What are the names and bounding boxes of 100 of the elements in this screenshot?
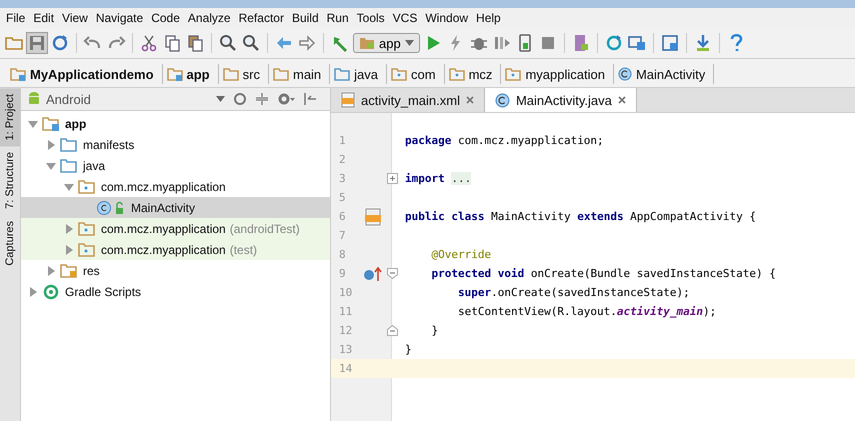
package-icon: [505, 68, 522, 80]
tree-item[interactable]: res: [21, 260, 330, 281]
folder-icon: [222, 68, 239, 80]
menu-item[interactable]: Window: [421, 11, 472, 25]
menu-item[interactable]: Edit: [29, 11, 58, 25]
window-icon[interactable]: [660, 33, 680, 53]
line-number: 6: [338, 209, 347, 225]
run-config-dropdown[interactable]: app: [353, 33, 420, 53]
package-icon: [78, 222, 96, 236]
tree-item[interactable]: com.mcz.myapplication: [21, 176, 330, 197]
breadcrumb-item[interactable]: MainActivity: [614, 64, 714, 84]
line-number: 3: [338, 171, 347, 187]
menu-item[interactable]: Build: [288, 11, 323, 25]
line-number: 12: [338, 323, 354, 339]
breadcrumb-item[interactable]: com: [387, 64, 445, 84]
code-line: super.onCreate(savedInstanceState);: [456, 286, 690, 299]
menu-item[interactable]: View: [58, 11, 92, 25]
breadcrumb-item[interactable]: java: [330, 64, 388, 84]
breadcrumb-item[interactable]: MyApplicationdemo: [6, 64, 163, 84]
settings-icon[interactable]: [277, 92, 295, 106]
package-icon: [78, 180, 96, 194]
menu-item[interactable]: VCS: [388, 11, 422, 25]
code-editor[interactable]: [331, 113, 855, 421]
menu-item[interactable]: Analyze: [184, 11, 235, 25]
hide-icon[interactable]: [303, 92, 317, 106]
close-icon[interactable]: [618, 96, 626, 104]
breadcrumb-item[interactable]: app: [162, 64, 219, 84]
breadcrumb-item[interactable]: myapplication: [501, 64, 614, 84]
expand-fold-icon[interactable]: [386, 173, 398, 184]
line-number: 7: [338, 228, 347, 244]
menu-item[interactable]: Help: [472, 11, 505, 25]
menu-item[interactable]: Code: [147, 11, 184, 25]
tree-item[interactable]: Gradle Scripts: [21, 281, 330, 302]
class-icon: [96, 200, 126, 216]
folder-icon: [272, 68, 289, 80]
class-icon: [618, 67, 632, 81]
folder-icon: [60, 138, 78, 152]
editor-tab[interactable]: MainActivity.java: [484, 88, 637, 112]
collapse-fold-icon[interactable]: [386, 325, 398, 336]
layout-file-icon: [341, 92, 355, 108]
tool-window-tab[interactable]: 7: Structure: [0, 146, 20, 216]
menu-item[interactable]: File: [2, 11, 30, 25]
breadcrumb-item[interactable]: main: [268, 64, 330, 84]
tree-item[interactable]: MainActivity: [21, 197, 330, 218]
code-line: package com.mcz.myapplication;: [404, 134, 604, 147]
line-number: 2: [338, 152, 347, 168]
collapsed-arrow-icon[interactable]: [63, 222, 75, 234]
search-icon[interactable]: [218, 33, 238, 53]
tree-item[interactable]: java: [21, 155, 330, 176]
menu-item[interactable]: Tools: [352, 11, 389, 25]
tree-item[interactable]: com.mcz.myapplication (test): [21, 239, 330, 260]
menu-item[interactable]: Navigate: [92, 11, 148, 25]
sync-icon[interactable]: [50, 33, 70, 53]
folder-icon: [60, 264, 78, 278]
tree-item[interactable]: manifests: [21, 134, 330, 155]
line-number: 1: [338, 133, 347, 149]
package-icon: [78, 242, 96, 256]
cut-icon[interactable]: [139, 33, 159, 53]
collapsed-arrow-icon[interactable]: [45, 138, 57, 150]
tool-window-tab[interactable]: Captures: [0, 215, 20, 272]
line-number: 10: [338, 285, 354, 301]
breadcrumb-item[interactable]: mcz: [444, 64, 502, 84]
collapse-icon[interactable]: [255, 92, 269, 106]
code-line: setContentView(R.layout.activity_main);: [456, 305, 716, 318]
code-line: public class MainActivity extends AppCompatActivity {: [404, 210, 756, 223]
gradle-icon: [42, 284, 60, 300]
code-line: protected void onCreate(Bundle savedInstanceState) {: [430, 267, 776, 280]
collapsed-arrow-icon[interactable]: [45, 264, 57, 276]
target-icon[interactable]: [233, 92, 247, 106]
folder-icon: [166, 68, 183, 80]
collapsed-arrow-icon[interactable]: [27, 286, 39, 298]
tree-item[interactable]: app: [21, 113, 330, 134]
package-icon: [448, 68, 465, 80]
class-icon: [494, 92, 510, 108]
layout-file-icon[interactable]: [363, 208, 383, 226]
folder-icon: [42, 116, 60, 130]
close-icon[interactable]: [466, 96, 474, 104]
breadcrumb-item[interactable]: src: [218, 64, 269, 84]
folder-icon: [10, 68, 26, 80]
line-number: 13: [338, 342, 354, 358]
folder-icon: [334, 68, 350, 80]
forward-icon[interactable]: [297, 33, 317, 53]
tool-window-tab[interactable]: 1: Project: [0, 88, 20, 146]
override-icon[interactable]: [363, 266, 383, 282]
caret-icon: [404, 40, 414, 46]
tree-item[interactable]: com.mcz.myapplication (androidTest): [21, 218, 330, 239]
replace-icon[interactable]: [241, 33, 261, 53]
code-line: @Override: [430, 248, 492, 261]
code-line: import ...: [404, 172, 472, 185]
code-line: }: [404, 343, 412, 356]
line-number: 5: [338, 190, 347, 206]
save-icon[interactable]: [27, 33, 47, 53]
editor-tab[interactable]: activity_main.xml: [331, 88, 485, 112]
menu-item[interactable]: Refactor: [234, 11, 288, 25]
package-icon: [391, 68, 408, 80]
monitor-icon[interactable]: [626, 33, 647, 53]
collapse-fold-icon[interactable]: [386, 268, 398, 279]
module-folder-icon: [359, 36, 375, 50]
menu-item[interactable]: Run: [322, 11, 353, 25]
collapsed-arrow-icon[interactable]: [63, 244, 75, 256]
